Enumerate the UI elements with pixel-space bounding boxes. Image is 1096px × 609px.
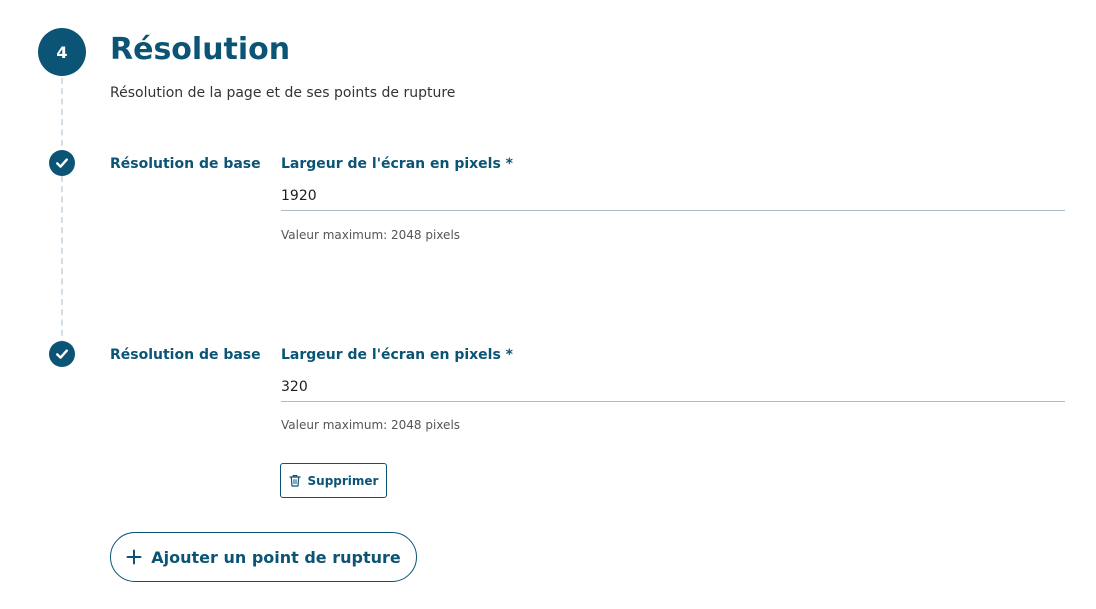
timeline-line <box>61 78 63 156</box>
width-input[interactable] <box>281 182 1065 211</box>
width-help-text: Valeur maximum: 2048 pixels <box>281 418 461 432</box>
width-input[interactable] <box>281 373 1065 402</box>
check-icon <box>49 150 75 176</box>
resolution-step: 4 Résolution Résolution de la page et de… <box>0 0 1096 609</box>
check-icon <box>49 341 75 367</box>
breakpoint-label: Résolution de base <box>110 347 261 363</box>
page-title: Résolution <box>110 32 291 67</box>
plus-icon <box>126 549 142 565</box>
page-subtitle: Résolution de la page et de ses points d… <box>110 85 456 101</box>
trash-icon <box>288 474 301 487</box>
delete-button-label: Supprimer <box>307 473 379 488</box>
add-button-label: Ajouter un point de rupture <box>151 547 401 567</box>
delete-breakpoint-button[interactable]: Supprimer <box>280 463 387 498</box>
width-field-label: Largeur de l'écran en pixels * <box>281 347 514 363</box>
width-field-label: Largeur de l'écran en pixels * <box>281 156 514 172</box>
step-number: 4 <box>56 42 68 62</box>
step-number-badge: 4 <box>38 28 86 76</box>
add-breakpoint-button[interactable]: Ajouter un point de rupture <box>110 532 417 582</box>
width-help-text: Valeur maximum: 2048 pixels <box>281 228 461 242</box>
breakpoint-label: Résolution de base <box>110 156 261 172</box>
timeline-line <box>61 176 63 346</box>
